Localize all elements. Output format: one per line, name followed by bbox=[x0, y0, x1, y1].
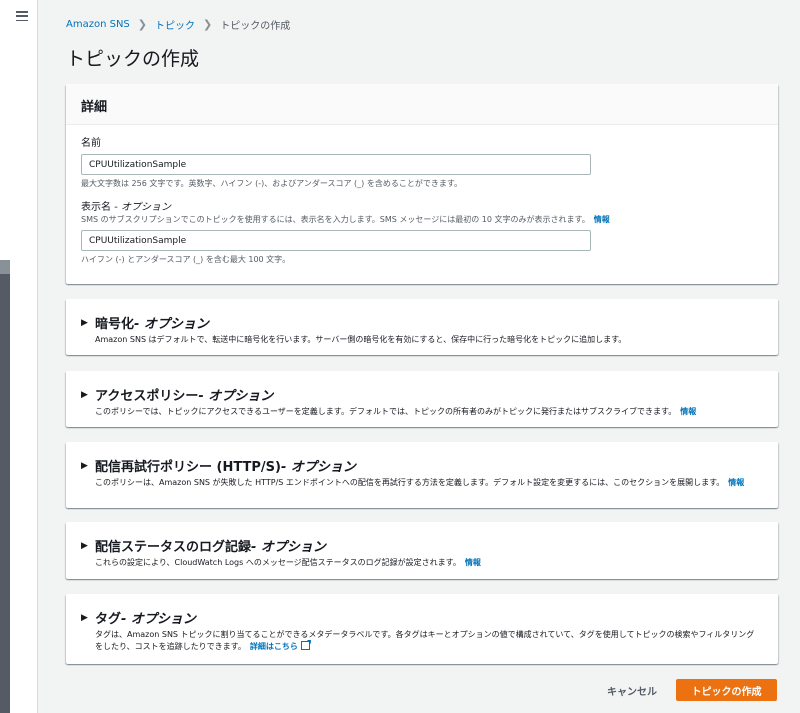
caret-right-icon: ▶ bbox=[81, 612, 88, 623]
retry-policy-title: 配信再試行ポリシー (HTTP/S) bbox=[95, 460, 281, 475]
access-policy-title: アクセスポリシー bbox=[95, 389, 199, 404]
caret-right-icon: ▶ bbox=[81, 317, 88, 328]
breadcrumb-sns[interactable]: Amazon SNS bbox=[66, 19, 130, 30]
retry-policy-desc: このポリシーは、Amazon SNS が失敗した HTTP/S エンドポイントへ… bbox=[81, 477, 778, 489]
breadcrumb-topics[interactable]: トピック bbox=[155, 17, 195, 32]
encryption-title: 暗号化 bbox=[95, 317, 135, 332]
tags-learn-more-text: 詳細はこちら bbox=[249, 642, 298, 651]
details-header: 詳細 bbox=[66, 84, 778, 125]
breadcrumb-current: トピックの作成 bbox=[220, 20, 291, 32]
access-policy-desc-text: このポリシーでは、トピックにアクセスできるユーザーを定義します。デフォルトでは、… bbox=[95, 407, 677, 416]
caret-right-icon: ▶ bbox=[81, 389, 88, 400]
access-policy-toggle[interactable]: ▶ アクセスポリシー - オプション bbox=[81, 386, 778, 404]
tags-desc: タグは、Amazon SNS トピックに割り当てることができるメタデータラベルで… bbox=[81, 629, 778, 653]
delivery-logging-panel: ▶ 配信ステータスのログ記録 - オプション これらの設定により、CloudWa… bbox=[66, 522, 778, 579]
display-name-hint: ハイフン (-) とアンダースコア (_) を含む最大 100 文字。 bbox=[81, 255, 291, 264]
details-panel: 詳細 名前 最大文字数は 256 文字です。英数字、ハイフン (-)、およびアン… bbox=[66, 84, 778, 284]
display-name-info-link[interactable]: 情報 bbox=[594, 215, 610, 224]
retry-policy-optional: - オプション bbox=[280, 460, 356, 475]
encryption-optional: - オプション bbox=[134, 317, 209, 332]
retry-policy-desc-text: このポリシーは、Amazon SNS が失敗した HTTP/S エンドポイントへ… bbox=[95, 478, 725, 487]
display-name-desc: SMS のサブスクリプションでこのトピックを使用するには、表示名を入力します。S… bbox=[81, 214, 778, 226]
display-name-label-text: 表示名 bbox=[81, 202, 111, 213]
page-title: トピックの作成 bbox=[66, 48, 200, 70]
encryption-panel: ▶ 暗号化 - オプション Amazon SNS はデフォルトで、転送中に暗号化… bbox=[66, 299, 778, 355]
access-policy-panel: ▶ アクセスポリシー - オプション このポリシーでは、トピックにアクセスできる… bbox=[66, 371, 778, 427]
create-topic-button[interactable]: トピックの作成 bbox=[676, 679, 777, 701]
delivery-logging-info-link[interactable]: 情報 bbox=[465, 558, 481, 567]
name-hint: 最大文字数は 256 文字です。英数字、ハイフン (-)、およびアンダースコア … bbox=[81, 179, 463, 188]
form-actions: キャンセル トピックの作成 bbox=[66, 679, 778, 701]
cancel-button[interactable]: キャンセル bbox=[592, 679, 672, 701]
display-name-input[interactable] bbox=[81, 230, 591, 251]
tags-optional: - オプション bbox=[121, 612, 196, 627]
name-label: 名前 bbox=[81, 138, 101, 149]
display-name-label: 表示名 - オプション bbox=[81, 201, 778, 214]
tags-title: タグ bbox=[95, 612, 122, 627]
tags-learn-more-link[interactable]: 詳細はこちら bbox=[249, 641, 310, 651]
retry-policy-toggle[interactable]: ▶ 配信再試行ポリシー (HTTP/S) - オプション bbox=[81, 457, 778, 475]
access-policy-optional: - オプション bbox=[198, 389, 274, 404]
delivery-logging-title: 配信ステータスのログ記録 bbox=[95, 540, 252, 555]
encryption-toggle[interactable]: ▶ 暗号化 - オプション bbox=[81, 314, 778, 332]
delivery-logging-toggle[interactable]: ▶ 配信ステータスのログ記録 - オプション bbox=[81, 537, 778, 555]
chevron-right-icon: ❯ bbox=[137, 17, 147, 31]
display-name-optional: - オプション bbox=[111, 202, 171, 213]
name-input[interactable] bbox=[81, 154, 591, 175]
tags-toggle[interactable]: ▶ タグ - オプション bbox=[81, 609, 778, 627]
external-link-icon bbox=[300, 641, 310, 650]
delivery-logging-desc: これらの設定により、CloudWatch Logs へのメッセージ配信ステータス… bbox=[81, 557, 778, 569]
caret-right-icon: ▶ bbox=[81, 460, 88, 471]
access-policy-info-link[interactable]: 情報 bbox=[680, 407, 696, 416]
display-name-desc-text: SMS のサブスクリプションでこのトピックを使用するには、表示名を入力します。S… bbox=[81, 215, 590, 224]
delivery-logging-desc-text: これらの設定により、CloudWatch Logs へのメッセージ配信ステータス… bbox=[95, 558, 461, 567]
access-policy-desc: このポリシーでは、トピックにアクセスできるユーザーを定義します。デフォルトでは、… bbox=[81, 406, 778, 418]
caret-right-icon: ▶ bbox=[81, 540, 88, 551]
tags-desc-text: タグは、Amazon SNS トピックに割り当てることができるメタデータラベルで… bbox=[95, 630, 755, 651]
encryption-desc: Amazon SNS はデフォルトで、転送中に暗号化を行います。サーバー側の暗号… bbox=[95, 335, 627, 344]
retry-policy-panel: ▶ 配信再試行ポリシー (HTTP/S) - オプション このポリシーは、Ama… bbox=[66, 442, 778, 508]
side-panel-edge bbox=[0, 260, 10, 713]
menu-icon[interactable] bbox=[16, 11, 28, 21]
chevron-right-icon: ❯ bbox=[203, 17, 213, 31]
tags-panel: ▶ タグ - オプション タグは、Amazon SNS トピックに割り当てること… bbox=[66, 594, 778, 664]
retry-policy-info-link[interactable]: 情報 bbox=[728, 478, 744, 487]
breadcrumb: Amazon SNS ❯ トピック ❯ トピックの作成 bbox=[66, 16, 778, 32]
delivery-logging-optional: - オプション bbox=[251, 540, 326, 555]
main-content: Amazon SNS ❯ トピック ❯ トピックの作成 トピックの作成 詳細 名… bbox=[66, 0, 778, 701]
